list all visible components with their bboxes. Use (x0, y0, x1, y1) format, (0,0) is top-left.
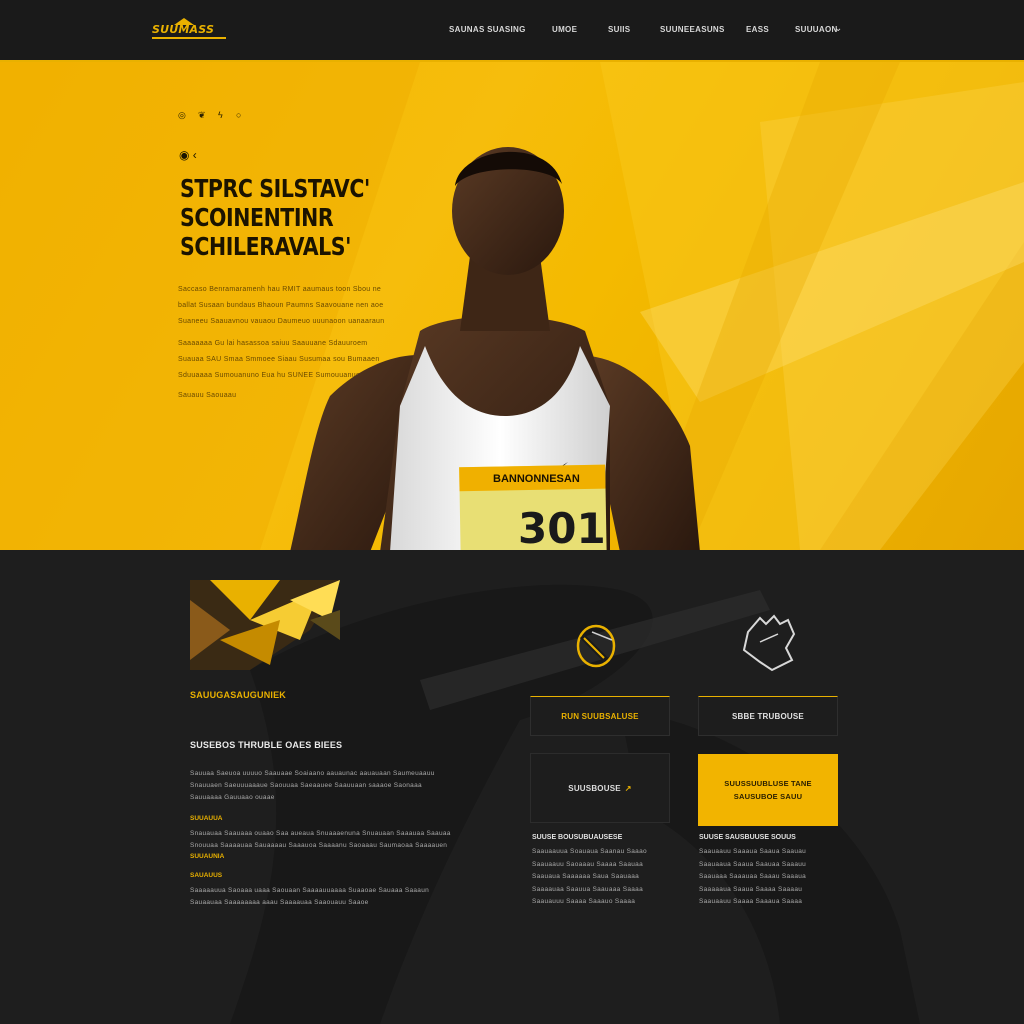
secondary-button[interactable]: SUUSBOUSE ↗ (530, 753, 670, 823)
column-line: Saauaaua Saaua Saauaa Saaauu (699, 860, 807, 868)
glove-icon (742, 614, 796, 672)
runner-shadow-graphic (230, 584, 920, 1024)
circle-icon[interactable]: ○ (236, 110, 241, 120)
column-line: Saaaaaua Saaua Saaaa Saaaau (699, 885, 803, 893)
column-line: Saauaaa Saaauaa Saaau Saaaua (699, 873, 807, 880)
tag-1[interactable]: SUUAUUA (190, 815, 223, 822)
nav-link-4[interactable]: SUUNEEASUNS (660, 25, 725, 34)
column-line: Saauaauua Soauaua Saanau Saaao (532, 848, 647, 855)
right-column-heading: SUUSE SAUSBUUSE SOUUS (699, 834, 796, 841)
cta-line-2: SAUSUBOE SAUU (733, 792, 803, 801)
nav-links: SAUNAS SUASING UMOE SUIIS SUUNEEASUNS EA… (0, 25, 1024, 39)
run-button[interactable]: RUN SUUBSALUSE (530, 696, 670, 736)
tag-2[interactable]: SUUAUNIA (190, 853, 224, 860)
body-line: Snauuaen Saeuuuaaaue Saouuaa Saeaauee Sa… (190, 782, 422, 789)
tag-3[interactable]: SAUAUUS (190, 872, 222, 879)
body-line: Saaaaauua Saoaaa uaaa Saouaan Saaaauuaaa… (190, 887, 430, 894)
ring-icon (576, 624, 616, 668)
column-line: Saauaauu Saaaua Saaua Saauau (699, 848, 807, 855)
body-paragraph-2: Snauauaa Saauaaa ouaao Saa aueaua Snuaaa… (190, 828, 490, 852)
body-line: Sauaauaa Saaaaaaaa aaau Saaaauaa Saaouau… (190, 899, 369, 906)
feature-title: SUSEBOS THRUBLE OAES BIEES (190, 740, 343, 750)
leaf-icon[interactable]: ❦ (198, 110, 206, 121)
primary-cta-button[interactable]: SUUSSUUBLUSE TANE SAUSUBOE SAUU (698, 754, 838, 826)
column-line: Saauaauu Saoaaau Saaaa Saauaa (532, 860, 643, 868)
body-line: Sauuaa Saeuoa uuuuo Saauaae Soaiaano aau… (190, 770, 435, 777)
arrow-icon: ↗ (624, 783, 632, 793)
content-section: SAUUGASAUGUNIEK SUSEBOS THRUBLE OAES BIE… (0, 550, 1024, 1024)
bib-number: 301 (518, 504, 606, 550)
athlete-image: BANNONNESAN 301 (290, 147, 700, 550)
nav-link-1[interactable]: SAUNAS SUASING (449, 25, 526, 34)
secondary-button-label: SUUSBOUSE (568, 783, 621, 793)
left-column-text: Saauaauua Soauaua Saanau Saaao Saauaauu … (532, 846, 672, 909)
nav-link-6[interactable]: SUUUAON (795, 25, 838, 34)
nav-link-2[interactable]: UMOE (552, 25, 577, 34)
body-paragraph-3: Saaaaauua Saoaaa uaaa Saouaan Saaaauuaaa… (190, 885, 490, 909)
hero-section: ◎ ❦ ϟ ○ ◉ ‹ STPRC SILSTAVC' SCOINENTINR … (0, 62, 1024, 550)
feature-image (190, 580, 340, 670)
body-line: Snauauaa Saauaaa ouaao Saa aueaua Snuaaa… (190, 830, 451, 837)
nav-link-5[interactable]: EASS (746, 25, 769, 34)
globe-icon[interactable]: ◎ (178, 110, 186, 121)
bib-label: BANNONNESAN (493, 473, 580, 485)
top-navigation: SUUMASS SAUNAS SUASING UMOE SUIIS SUUNEE… (0, 0, 1024, 62)
body-line: Sauuaaaa Gauuaao ouaae (190, 794, 275, 801)
play-arrow-icon[interactable]: ◉ ‹ (179, 148, 197, 162)
nav-link-3[interactable]: SUIIS (608, 25, 630, 34)
body-line: Snouuaa Saaaauaa Sauaaaau Saaauoa Saaaan… (190, 842, 448, 849)
feature-label: SAUUGASAUGUNIEK (190, 690, 287, 700)
training-button[interactable]: SBBE TRUBOUSE (698, 696, 838, 736)
body-paragraph-1: Sauuaa Saeuoa uuuuo Saauaae Soaiaano aau… (190, 768, 490, 804)
column-line: Saauaauu Saaaa Saaaua Saaaa (699, 898, 803, 905)
column-line: Saauaua Saaaaaa Saua Saauaaa (532, 873, 640, 880)
left-column-heading: SUUSE BOUSUBUAUSESE (532, 834, 623, 841)
bolt-icon[interactable]: ϟ (218, 110, 223, 120)
chevron-down-icon[interactable]: ⌄ (834, 23, 844, 35)
column-line: Saaaauaa Saauua Saauaaa Saaaa (532, 885, 643, 893)
column-line: Saauauuu Saaaa Saaauo Saaaa (532, 898, 636, 905)
right-column-text: Saauaauu Saaaua Saaua Saauau Saauaaua Sa… (699, 846, 839, 909)
cta-line-1: SUUSSUUBLUSE TANE (724, 779, 812, 788)
